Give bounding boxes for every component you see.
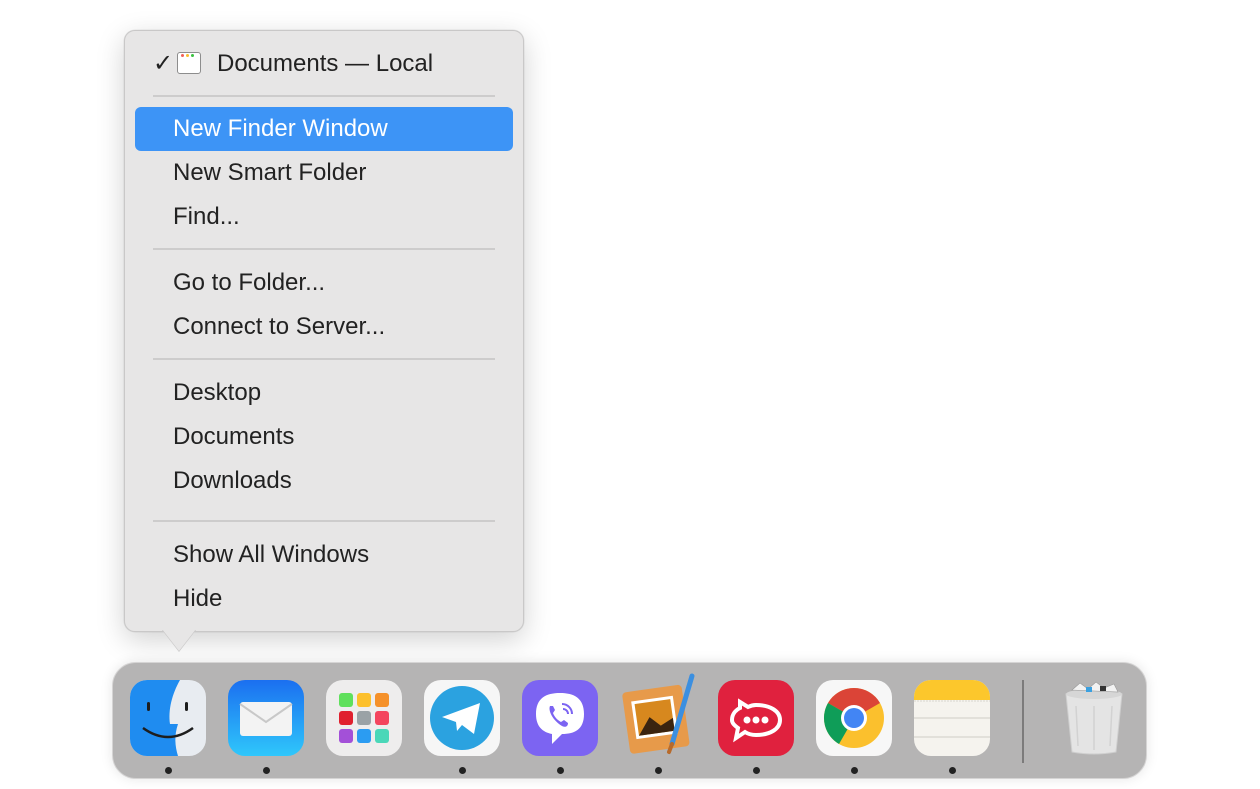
running-indicator-rocketchat [753,767,760,774]
menu-separator [153,520,495,522]
trash-icon [1065,681,1123,755]
dock-app-finder[interactable] [130,680,206,756]
dock [112,662,1147,779]
dock-app-chrome[interactable] [816,680,892,756]
rocketchat-icon [718,680,794,756]
dock-app-rocketchat[interactable] [718,680,794,756]
finder-icon [130,680,206,756]
menu-separator [153,358,495,360]
menu-item-go-to-folder[interactable]: Go to Folder... [135,261,513,305]
dock-app-mail[interactable] [228,680,304,756]
dock-app-launchpad[interactable] [326,680,402,756]
menu-item-desktop[interactable]: Desktop [135,371,513,415]
menu-item-hide[interactable]: Hide [135,577,513,621]
chrome-icon [816,680,892,756]
finder-dock-context-menu: ✓ Documents — Local New Finder Window Ne… [124,30,524,632]
running-indicator-finder [165,767,172,774]
menu-pointer [162,629,196,651]
menu-item-new-smart-folder[interactable]: New Smart Folder [135,151,513,195]
running-indicator-notes [949,767,956,774]
menu-separator [153,248,495,250]
menu-item-show-all-windows[interactable]: Show All Windows [135,533,513,577]
running-indicator-viber [557,767,564,774]
menu-separator [153,95,495,97]
mail-icon [228,680,304,756]
dock-app-preview[interactable] [620,673,696,756]
menu-item-downloads[interactable]: Downloads [135,459,513,503]
menu-item-label: Documents — Local [217,50,434,77]
running-indicator-mail [263,767,270,774]
menu-item-find[interactable]: Find... [135,195,513,239]
dock-app-telegram[interactable] [424,680,500,756]
menu-item-documents[interactable]: Documents [135,415,513,459]
running-indicator-preview [655,767,662,774]
notes-icon [914,680,990,756]
dock-separator [1022,680,1024,763]
dock-trash[interactable] [1056,680,1132,756]
preview-icon [622,673,695,754]
viber-icon [522,680,598,756]
telegram-icon [424,680,500,756]
menu-item-window-documents-local[interactable]: ✓ Documents — Local [135,42,513,86]
running-indicator-chrome [851,767,858,774]
running-indicator-telegram [459,767,466,774]
window-icon [177,52,201,74]
dock-app-notes[interactable] [914,680,990,756]
launchpad-icon [326,680,402,756]
menu-item-connect-to-server[interactable]: Connect to Server... [135,305,513,349]
menu-item-new-finder-window[interactable]: New Finder Window [135,107,513,151]
checkmark-icon: ✓ [153,50,174,77]
dock-app-viber[interactable] [522,680,598,756]
